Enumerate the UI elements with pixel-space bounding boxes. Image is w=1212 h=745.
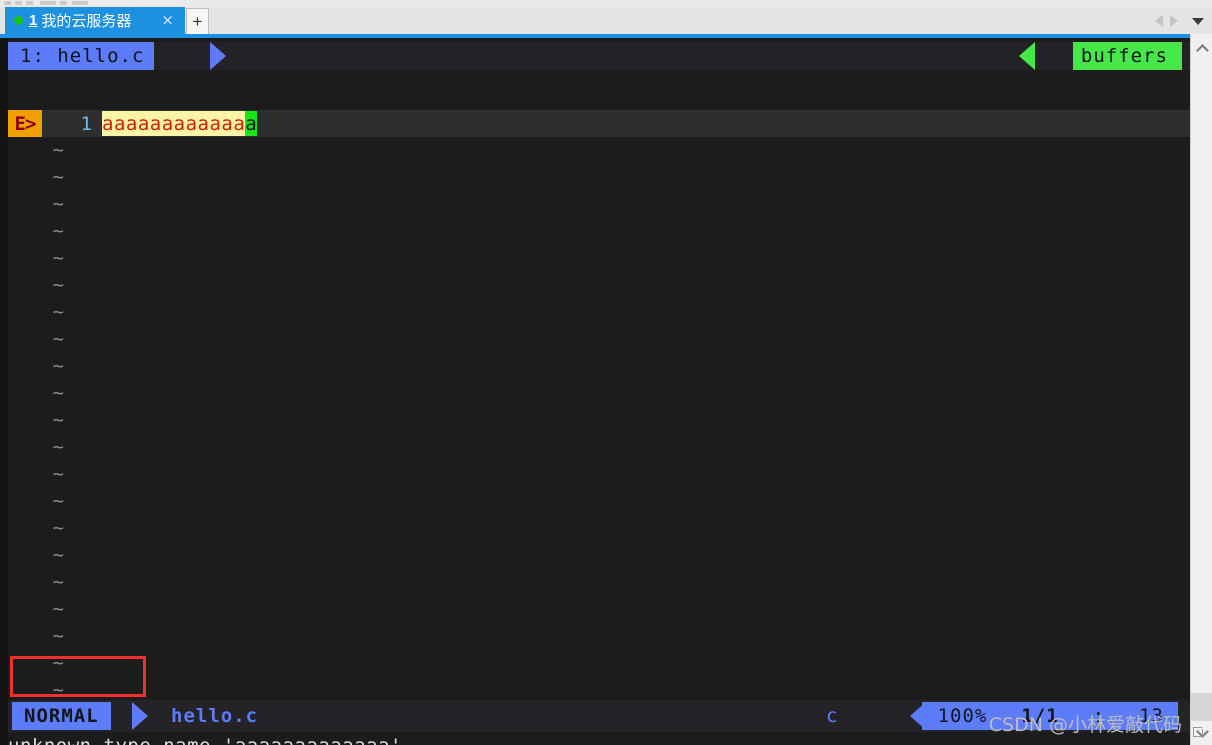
empty-line-marker: ~	[52, 166, 64, 188]
empty-line-markers: ~ ~ ~ ~ ~ ~ ~ ~ ~ ~ ~ ~ ~ ~ ~ ~ ~ ~ ~ ~ ~	[8, 137, 68, 704]
empty-line-marker: ~	[52, 247, 64, 269]
tab-index-label: 1	[29, 12, 38, 29]
empty-line-marker: ~	[52, 193, 64, 215]
chevron-up-icon	[1195, 43, 1209, 57]
caret-down-icon[interactable]	[1192, 18, 1204, 25]
vim-tab-hello-c[interactable]: 1: hello.c	[8, 42, 155, 70]
terminal-left-gutter	[0, 38, 8, 745]
statusline-filename: hello.c	[171, 705, 259, 727]
scroll-up-button[interactable]	[1191, 38, 1212, 58]
empty-line-marker: ~	[52, 544, 64, 566]
clipped-toolbar-strip	[0, 0, 1212, 7]
vim-buffer[interactable]: E> 1 aaaaaaaaaaaa a ~ ~ ~ ~ ~ ~ ~ ~ ~ ~ ~ ~ ~ ~ ~ ~ ~ ~ ~ ~…	[8, 70, 1190, 701]
app-window: 1 我的云服务器 × + 1: hello.c buffers E> 1 aaa…	[0, 0, 1212, 745]
empty-line-marker: ~	[52, 625, 64, 647]
error-sign-icon: E>	[8, 110, 42, 137]
empty-line-marker: ~	[52, 571, 64, 593]
empty-line-marker: ~	[52, 220, 64, 242]
watermark-label: CSDN @小林爱敲代码	[988, 714, 1182, 736]
vim-tabline: 1: hello.c buffers	[8, 42, 1190, 70]
scrollbar-track[interactable]	[1191, 58, 1212, 697]
terminal-pane[interactable]: 1: hello.c buffers E> 1 aaaaaaaaaaaa a ~…	[0, 38, 1190, 745]
vim-tabline-buffers-label: buffers	[1072, 42, 1182, 70]
tab-bar: 1 我的云服务器 × +	[0, 7, 1212, 34]
empty-line-marker: ~	[52, 598, 64, 620]
powerline-arrow-right-icon	[210, 42, 226, 70]
close-icon[interactable]: ×	[161, 12, 174, 28]
session-connected-icon	[14, 16, 23, 25]
new-tab-button[interactable]: +	[186, 8, 209, 34]
tab-my-cloud-server[interactable]: 1 我的云服务器 ×	[5, 7, 185, 34]
chevron-left-icon[interactable]	[1155, 15, 1163, 27]
powerline-arrow-left-icon	[1019, 42, 1035, 70]
statusline-filetype: c	[826, 705, 838, 727]
statusline-percent: 100%	[937, 705, 988, 727]
empty-line-marker: ~	[52, 274, 64, 296]
scrollbar-thumb[interactable]	[1191, 693, 1212, 721]
empty-line-marker: ~	[52, 517, 64, 539]
vertical-scrollbar[interactable]	[1190, 34, 1212, 745]
empty-line-marker: ~	[52, 409, 64, 431]
empty-line-marker: ~	[52, 328, 64, 350]
empty-line-marker: ~	[52, 463, 64, 485]
line-number-label: 1	[80, 112, 92, 135]
tab-nav-arrows	[1155, 15, 1178, 27]
text-cursor: a	[245, 111, 258, 136]
resize-grip-icon[interactable]	[1193, 727, 1207, 741]
tab-title-label: 我的云服务器	[41, 12, 132, 30]
empty-line-marker: ~	[52, 382, 64, 404]
code-text: aaaaaaaaaaaa	[102, 111, 246, 136]
mode-indicator: NORMAL	[12, 702, 111, 730]
empty-line-marker: ~	[52, 652, 64, 674]
powerline-arrow-right-icon	[132, 702, 148, 730]
empty-line-marker: ~	[52, 436, 64, 458]
empty-line-marker: ~	[52, 355, 64, 377]
chevron-right-icon[interactable]	[1170, 15, 1178, 27]
empty-line-marker: ~	[52, 139, 64, 161]
empty-line-marker: ~	[52, 490, 64, 512]
empty-line-marker: ~	[52, 301, 64, 323]
code-line-1[interactable]: E> 1 aaaaaaaaaaaa a	[8, 110, 1190, 137]
